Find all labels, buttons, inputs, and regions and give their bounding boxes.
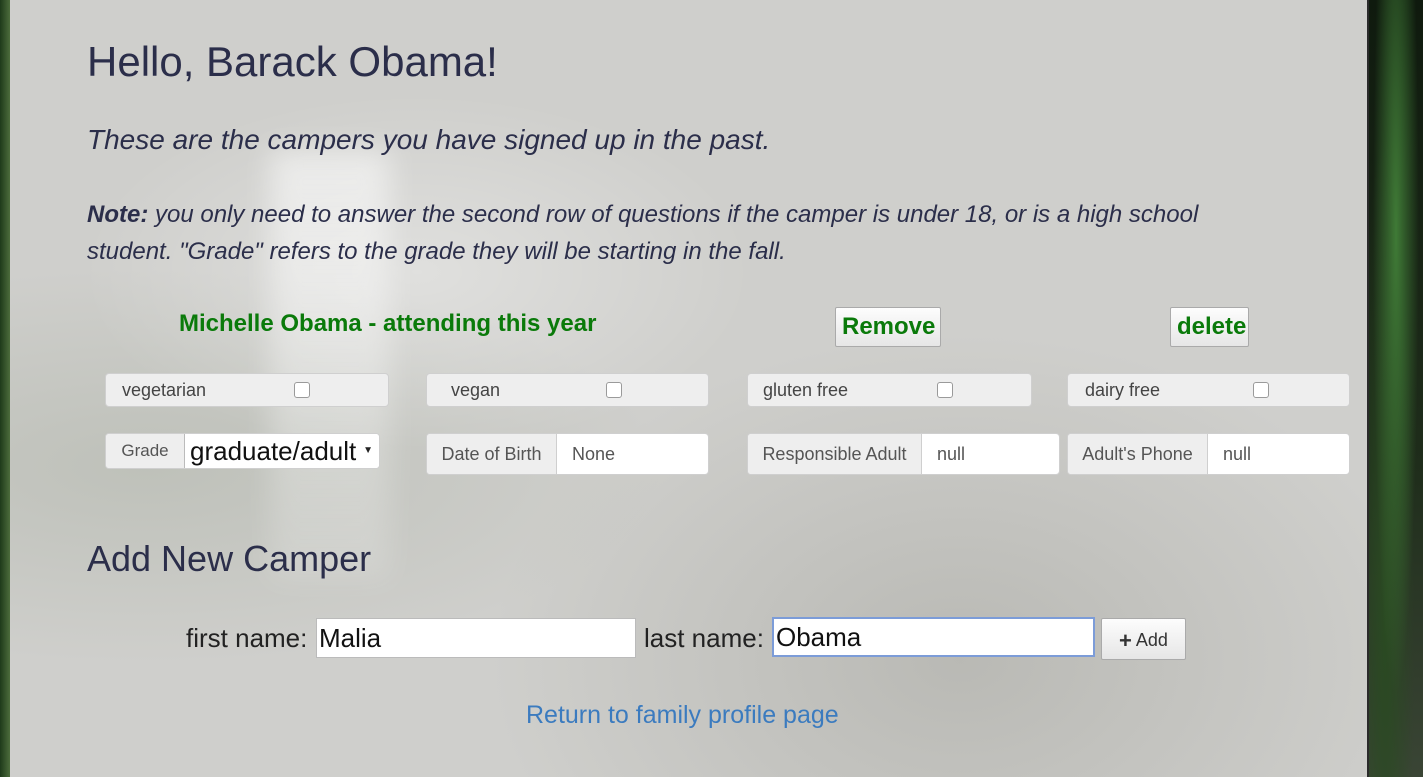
return-to-profile-link[interactable]: Return to family profile page <box>526 701 839 730</box>
diet-vegan[interactable]: vegan <box>426 373 709 407</box>
background-right-edge <box>1369 0 1423 777</box>
grade-group: Grade graduate/adult ▼ <box>105 433 380 469</box>
vegan-checkbox[interactable] <box>606 382 622 398</box>
note-text: Note: you only need to answer the second… <box>87 196 1267 270</box>
diet-vegan-label: vegan <box>451 380 501 400</box>
dob-group: Date of Birth None <box>426 433 709 475</box>
note-body: you only need to answer the second row o… <box>87 201 1199 265</box>
plus-icon: + <box>1119 628 1132 653</box>
dairy-free-checkbox[interactable] <box>1253 382 1269 398</box>
responsible-adult-group: Responsible Adult null <box>747 433 1060 475</box>
gluten-free-checkbox[interactable] <box>937 382 953 398</box>
add-camper-heading: Add New Camper <box>87 538 372 579</box>
vegetarian-checkbox[interactable] <box>294 382 310 398</box>
adult-phone-group: Adult's Phone null <box>1067 433 1350 475</box>
dropdown-arrow-icon: ▼ <box>363 445 373 456</box>
adult-phone-label: Adult's Phone <box>1068 434 1208 474</box>
remove-button[interactable]: Remove <box>835 307 941 347</box>
add-button[interactable]: + Add <box>1101 618 1186 660</box>
responsible-adult-input[interactable]: null <box>937 434 965 474</box>
first-name-input[interactable]: Malia <box>316 618 636 658</box>
background-left-edge <box>0 0 10 777</box>
page-title: Hello, Barack Obama! <box>87 38 498 85</box>
grade-value: graduate/adult <box>190 436 357 466</box>
first-name-label: first name: <box>186 623 308 653</box>
main-panel: Hello, Barack Obama! These are the campe… <box>10 0 1369 777</box>
diet-gluten-free[interactable]: gluten free <box>747 373 1032 407</box>
diet-dairy-free-label: dairy free <box>1085 380 1161 400</box>
responsible-adult-label: Responsible Adult <box>748 434 922 474</box>
intro-text: These are the campers you have signed up… <box>87 124 771 155</box>
adult-phone-input[interactable]: null <box>1223 434 1251 474</box>
camper-name-status: Michelle Obama - attending this year <box>179 310 597 337</box>
grade-label: Grade <box>106 434 185 468</box>
diet-gluten-free-label: gluten free <box>763 380 849 400</box>
diet-vegetarian-label: vegetarian <box>122 380 207 400</box>
last-name-label: last name: <box>644 623 764 653</box>
diet-dairy-free[interactable]: dairy free <box>1067 373 1350 407</box>
last-name-input[interactable]: Obama <box>772 617 1095 657</box>
diet-vegetarian[interactable]: vegetarian <box>105 373 389 407</box>
dob-label: Date of Birth <box>427 434 557 474</box>
delete-button[interactable]: delete <box>1170 307 1249 347</box>
grade-select[interactable]: graduate/adult ▼ <box>184 434 379 468</box>
dob-input[interactable]: None <box>572 434 615 474</box>
add-button-label: Add <box>1135 630 1168 650</box>
note-label: Note: <box>87 201 149 228</box>
